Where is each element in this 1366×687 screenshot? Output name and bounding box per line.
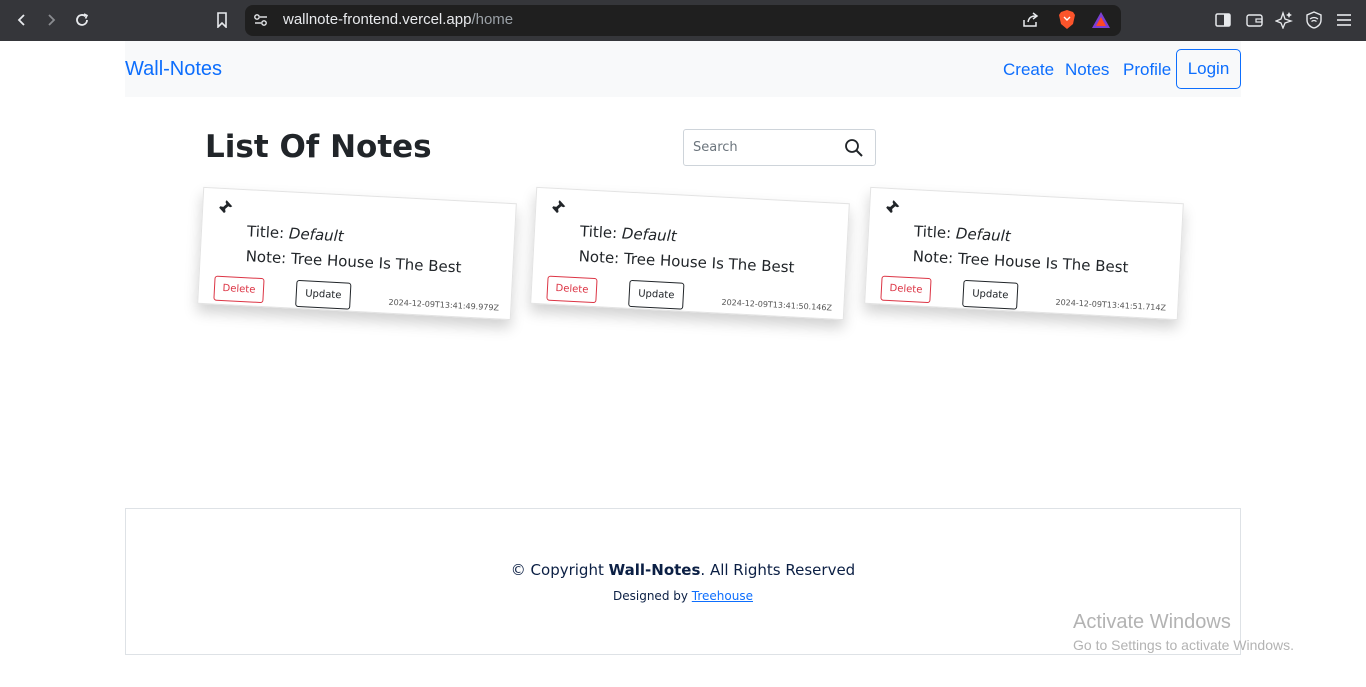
note-body: Note: Tree House Is The Best	[578, 247, 795, 277]
bookmark-icon[interactable]	[211, 9, 233, 31]
delete-button[interactable]: Delete	[546, 275, 598, 304]
brave-rewards-icon[interactable]	[1090, 9, 1112, 31]
vpn-icon[interactable]	[1303, 9, 1325, 31]
note-card: Title: Default Note: Tree House Is The B…	[864, 186, 1184, 321]
brave-shields-icon[interactable]	[1056, 9, 1078, 31]
update-button[interactable]: Update	[628, 279, 685, 310]
search-box	[683, 129, 876, 166]
note-body: Note: Tree House Is The Best	[245, 247, 462, 277]
delete-button[interactable]: Delete	[213, 275, 265, 304]
update-button[interactable]: Update	[962, 279, 1019, 310]
forward-arrow-icon[interactable]	[40, 9, 62, 31]
reload-icon[interactable]	[71, 9, 93, 31]
page-title: List Of Notes	[205, 129, 432, 165]
note-title: Title: Default	[913, 222, 1012, 246]
copyright-text: © Copyright Wall-Notes. All Rights Reser…	[510, 561, 856, 579]
note-timestamp: 2024-12-09T13:41:50.146Z	[721, 297, 833, 313]
activate-windows-title: Activate Windows	[1073, 611, 1231, 633]
note-title: Title: Default	[579, 222, 678, 246]
note-body: Note: Tree House Is The Best	[912, 247, 1129, 277]
search-input[interactable]	[685, 131, 835, 164]
note-card: Title: Default Note: Tree House Is The B…	[197, 186, 517, 321]
site-settings-icon[interactable]	[250, 9, 272, 31]
delete-button[interactable]: Delete	[880, 275, 932, 304]
note-timestamp: 2024-12-09T13:41:49.979Z	[388, 297, 500, 313]
pin-icon	[550, 199, 567, 216]
note-card: Title: Default Note: Tree House Is The B…	[530, 186, 850, 321]
login-button[interactable]: Login	[1176, 49, 1241, 89]
note-title: Title: Default	[246, 222, 345, 246]
menu-icon[interactable]	[1333, 9, 1355, 31]
activate-windows-subtitle: Go to Settings to activate Windows.	[1073, 637, 1294, 653]
app-navbar: Wall-Notes Create Notes Profile Login	[125, 41, 1241, 97]
nav-link-profile[interactable]: Profile	[1123, 60, 1171, 80]
share-icon[interactable]	[1020, 9, 1042, 31]
note-timestamp: 2024-12-09T13:41:51.714Z	[1055, 297, 1167, 313]
wallet-icon[interactable]	[1243, 9, 1265, 31]
nav-link-notes[interactable]: Notes	[1065, 60, 1109, 80]
designed-by-text: Designed by Treehouse	[613, 589, 753, 603]
sidebar-icon[interactable]	[1212, 9, 1234, 31]
leo-ai-icon[interactable]	[1273, 9, 1295, 31]
search-icon[interactable]	[844, 138, 864, 158]
treehouse-link[interactable]: Treehouse	[692, 589, 753, 603]
brand-link[interactable]: Wall-Notes	[125, 58, 222, 81]
pin-icon	[884, 199, 901, 216]
browser-toolbar: wallnote-frontend.vercel.app/home	[0, 0, 1366, 41]
update-button[interactable]: Update	[295, 279, 352, 310]
nav-link-create[interactable]: Create	[1003, 60, 1054, 80]
pin-icon	[217, 199, 234, 216]
back-arrow-icon[interactable]	[11, 9, 33, 31]
url-text[interactable]: wallnote-frontend.vercel.app/home	[283, 11, 513, 28]
